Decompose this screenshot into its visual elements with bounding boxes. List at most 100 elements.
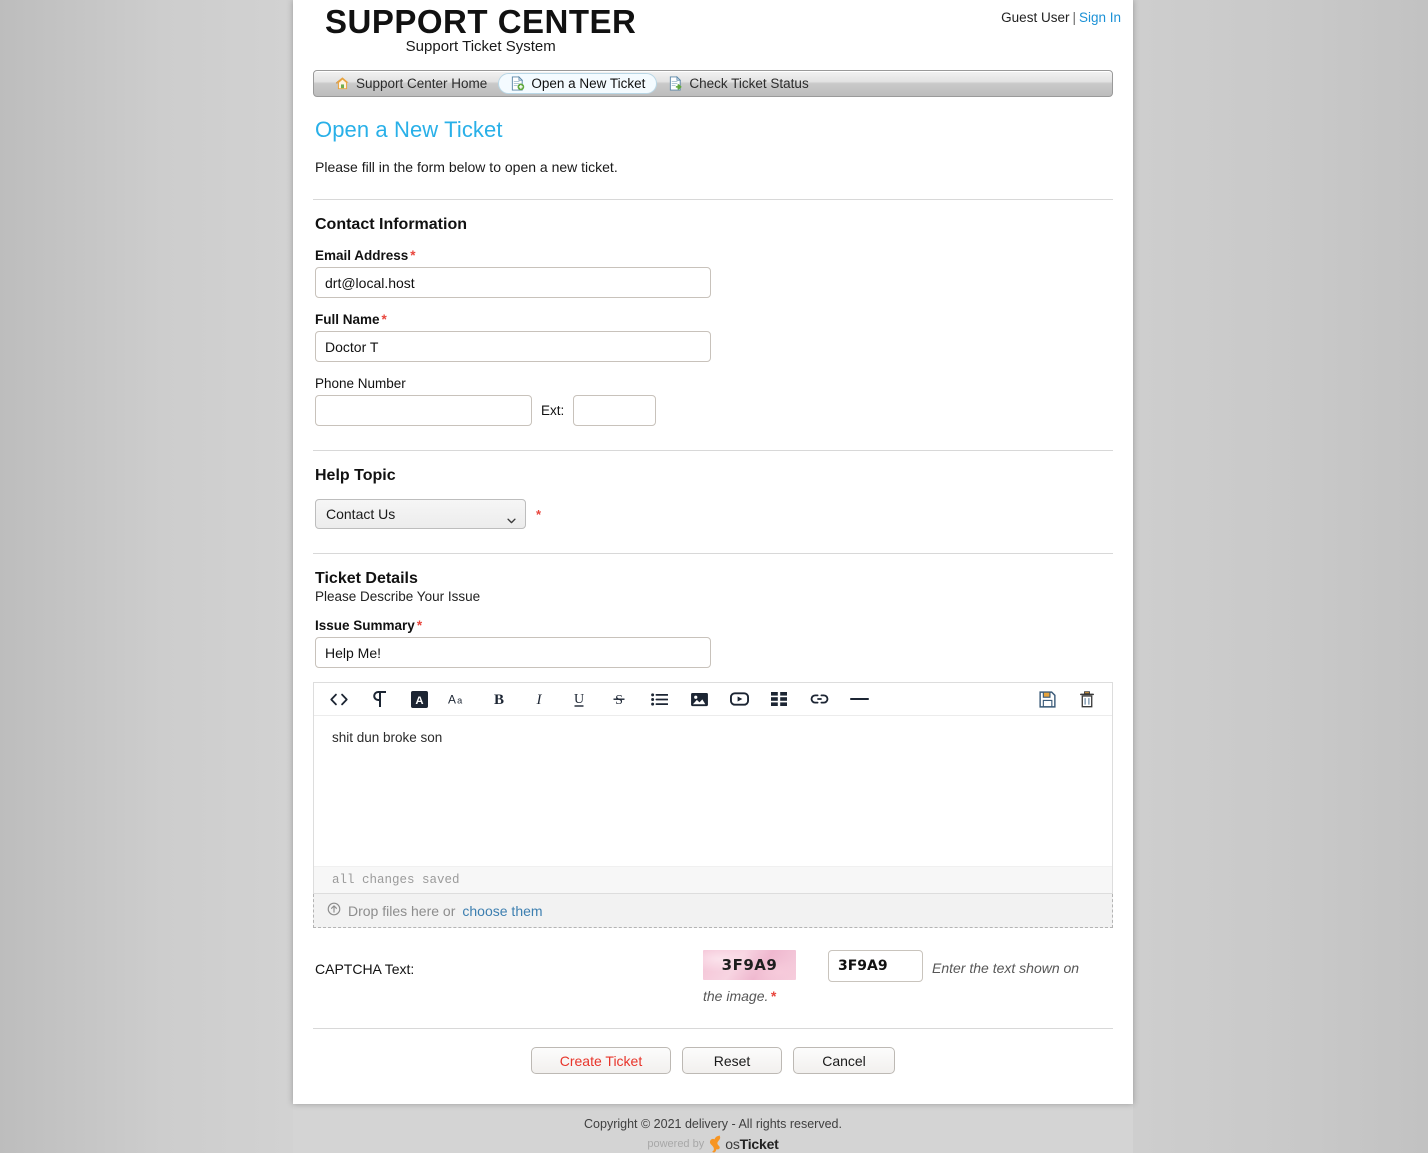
tab-support-center-home[interactable]: Support Center Home [324,73,498,94]
captcha-label: CAPTCHA Text: [315,961,415,977]
full-name-label: Full Name * [315,312,1113,327]
font-size-icon[interactable]: A a [448,688,470,710]
field-phone: Phone Number Ext: [313,376,1113,426]
source-code-icon[interactable] [328,688,350,710]
brand-title: SUPPORT CENTER [325,3,637,40]
required-asterisk: * [770,988,776,1004]
phone-label: Phone Number [315,376,406,391]
background-right-gutter [1133,0,1428,1153]
svg-text:S: S [615,693,623,707]
editor-status-bar: all changes saved [314,866,1112,893]
content-container: SUPPORT CENTER Support Ticket System Gue… [293,0,1133,1104]
main-navigation: Support Center Home Open a New Ticket Ch… [313,70,1113,97]
captcha-hint-first-line: Enter the text shown on [932,960,1080,976]
tab-open-a-new-ticket[interactable]: Open a New Ticket [498,73,658,94]
text-color-icon[interactable]: A [408,688,430,710]
video-icon[interactable] [728,688,750,710]
page-title: Open a New Ticket [315,117,503,142]
svg-text:I: I [536,692,543,707]
issue-summary-label: Issue Summary * [315,618,1113,633]
powered-by-block: powered by osTicket [293,1134,1133,1153]
user-label: Guest User [1001,10,1070,25]
captcha-hint-second-line: the image. * [703,986,828,1006]
section-heading-contact: Contact Information [315,216,467,233]
underline-icon[interactable]: U [568,688,590,710]
captcha-image: 3F9A9 [703,950,796,980]
email-input[interactable] [315,267,711,298]
user-separator: | [1072,10,1076,25]
svg-text:U: U [574,692,584,707]
captcha-input[interactable] [828,950,923,982]
full-name-label-text: Full Name [315,312,380,327]
captcha-image-column: 3F9A9 the image. * [703,950,828,1006]
required-asterisk: * [536,506,542,522]
required-asterisk: * [381,312,387,327]
phone-input[interactable] [315,395,532,426]
home-icon [335,76,350,91]
editor-body[interactable]: shit dun broke son [314,716,1112,866]
form-actions: Create Ticket Reset Cancel [313,1028,1113,1074]
link-icon[interactable] [808,688,830,710]
svg-text:A: A [415,694,423,706]
issue-summary-label-text: Issue Summary [315,618,415,633]
image-icon[interactable] [688,688,710,710]
full-name-input[interactable] [315,331,711,362]
osticket-wordmark: osTicket [725,1136,779,1152]
section-heading-ticket-details: Ticket Details [315,570,418,587]
kangaroo-icon [708,1134,725,1153]
check-status-icon [668,76,683,91]
bold-icon[interactable]: B [488,688,510,710]
site-header: SUPPORT CENTER Support Ticket System Gue… [293,0,1133,70]
site-footer: Copyright © 2021 delivery - All rights r… [293,1104,1133,1153]
required-asterisk: * [416,618,423,633]
help-topic-select[interactable]: Contact Us [315,499,526,529]
svg-text:A: A [448,692,456,706]
copyright-text: Copyright © 2021 delivery - All rights r… [584,1117,842,1131]
italic-icon[interactable]: I [528,688,550,710]
ext-input[interactable] [573,395,657,426]
sign-in-link[interactable]: Sign In [1079,10,1121,25]
field-issue-summary: Issue Summary * [313,618,1113,668]
help-topic-selected-value: Contact Us [326,506,396,522]
section-heading-help-topic: Help Topic [315,467,396,484]
email-label: Email Address * [315,248,1113,263]
ext-label: Ext: [541,403,565,418]
editor-status-text: all changes saved [332,873,460,887]
divider-contact [313,450,1113,451]
tab-label: Support Center Home [356,76,488,91]
user-session-box: Guest User | Sign In [1001,10,1121,25]
page-lede: Please fill in the form below to open a … [315,159,618,175]
tab-check-ticket-status[interactable]: Check Ticket Status [657,73,819,94]
bullet-list-icon[interactable] [648,688,670,710]
file-dropzone[interactable]: Drop files here or choose them [313,894,1113,928]
choose-files-link[interactable]: choose them [462,903,542,919]
phone-row: Ext: [315,395,1113,426]
create-ticket-button[interactable]: Create Ticket [531,1047,671,1074]
dropzone-prompt: Drop files here or [348,902,456,919]
main-content: Open a New Ticket Please fill in the for… [293,117,1133,1074]
strikethrough-icon[interactable]: S [608,688,630,710]
osticket-logo-light: os [725,1136,740,1152]
table-icon[interactable] [768,688,790,710]
delete-draft-icon[interactable] [1076,688,1098,710]
horizontal-rule-icon[interactable] [848,688,870,710]
page-wrapper: SUPPORT CENTER Support Ticket System Gue… [0,0,1428,1153]
osticket-logo[interactable]: osTicket [708,1134,779,1153]
field-email: Email Address * [313,248,1113,298]
rich-text-editor: A A a B I U S shit dun broke son all cha… [313,682,1113,894]
captcha-hint-text-2: the image. [703,988,769,1004]
issue-summary-input[interactable] [315,637,711,668]
ticket-details-subheading: Please Describe Your Issue [315,589,481,604]
osticket-logo-bold: Ticket [739,1136,779,1152]
field-help-topic: Contact Us * [313,499,1113,529]
cancel-button[interactable]: Cancel [793,1047,895,1074]
save-draft-icon[interactable] [1036,688,1058,710]
upload-circle-icon [327,902,341,919]
brand-logo[interactable]: SUPPORT CENTER Support Ticket System [325,4,636,56]
paragraph-icon[interactable] [368,688,390,710]
email-label-text: Email Address [315,248,409,263]
background-left-gutter [0,0,293,1153]
tab-label: Check Ticket Status [689,76,809,91]
reset-button[interactable]: Reset [682,1047,782,1074]
editor-toolbar: A A a B I U S [314,683,1112,716]
